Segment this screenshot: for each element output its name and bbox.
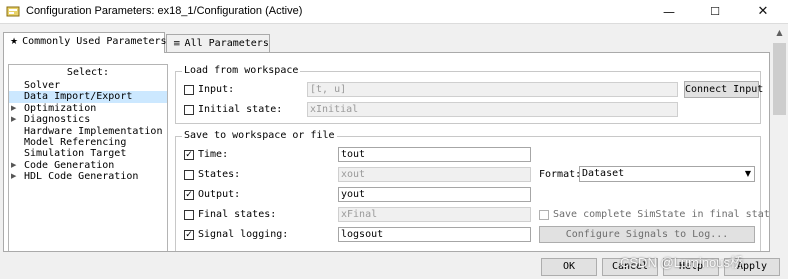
states-checkbox[interactable] bbox=[184, 170, 194, 180]
connect-input-button[interactable]: Connect Input bbox=[684, 81, 763, 98]
tab-all-parameters[interactable]: ≡ All Parameters bbox=[166, 34, 270, 53]
maximize-button[interactable]: ☐ bbox=[692, 0, 738, 24]
scroll-up-arrow-icon[interactable]: ▲ bbox=[771, 28, 788, 40]
select-item-label: Simulation Target bbox=[24, 148, 127, 160]
select-tree: Select: Solver Data Import/Export ▶ Optimiz… bbox=[8, 64, 168, 251]
output-checkbox[interactable]: ✓ bbox=[184, 190, 194, 200]
output-field[interactable]: yout bbox=[338, 187, 531, 202]
expand-arrow-icon[interactable]: ▶ bbox=[11, 103, 16, 114]
initial-state-label: Initial state: bbox=[198, 104, 283, 115]
input-checkbox[interactable] bbox=[184, 85, 194, 95]
select-item[interactable]: Simulation Target bbox=[9, 148, 167, 159]
select-item-label: HDL Code Generation bbox=[24, 171, 139, 183]
expand-arrow-icon[interactable]: ▶ bbox=[11, 160, 16, 171]
tab-label: All Parameters bbox=[184, 38, 269, 49]
ok-button[interactable]: OK bbox=[541, 258, 597, 276]
vertical-scrollbar[interactable]: ▲ bbox=[771, 26, 788, 254]
minimize-button[interactable]: — bbox=[646, 0, 692, 24]
select-item[interactable]: Hardware Implementation bbox=[9, 126, 167, 137]
select-item-label: Optimization bbox=[24, 102, 97, 114]
initial-state-checkbox[interactable] bbox=[184, 105, 194, 115]
input-field[interactable]: [t, u] bbox=[307, 82, 678, 97]
select-item-label: Solver bbox=[24, 80, 61, 91]
time-field[interactable]: tout bbox=[338, 147, 531, 162]
star-icon: ★ bbox=[10, 37, 19, 47]
title-bar: Configuration Parameters: ex18_1/Configu… bbox=[0, 0, 788, 24]
select-item-label: Code Generation bbox=[24, 159, 115, 171]
simulink-app-icon bbox=[6, 6, 20, 17]
signal-logging-field[interactable]: logsout bbox=[338, 227, 531, 242]
states-label: States: bbox=[198, 169, 241, 180]
signal-logging-label: Signal logging: bbox=[198, 229, 289, 240]
initial-state-field[interactable]: xInitial bbox=[307, 102, 678, 117]
select-item-label: Data Import/Export bbox=[24, 91, 133, 103]
configure-signals-button[interactable]: Configure Signals to Log... bbox=[539, 226, 755, 243]
select-list: Solver Data Import/Export ▶ Optimization ▶ Di… bbox=[9, 80, 167, 183]
select-item-label: Diagnostics bbox=[24, 114, 91, 126]
expand-arrow-icon[interactable]: ▶ bbox=[11, 171, 16, 182]
select-item-label: Hardware Implementation bbox=[24, 125, 163, 137]
save-to-workspace-group: Save to workspace or file ✓ Time: tout S… bbox=[175, 130, 769, 251]
output-label: Output: bbox=[198, 189, 241, 200]
scroll-thumb[interactable] bbox=[773, 43, 786, 115]
final-states-field[interactable]: xFinal bbox=[338, 207, 531, 222]
final-states-label: Final states: bbox=[198, 209, 277, 220]
select-item[interactable]: Data Import/Export bbox=[9, 91, 167, 103]
select-title: Select: bbox=[66, 67, 110, 78]
parameters-panel: Select: Solver Data Import/Export ▶ Optimiz… bbox=[3, 52, 770, 252]
list-icon: ≡ bbox=[173, 39, 181, 49]
dropdown-arrow-icon: ▼ bbox=[744, 169, 751, 178]
complete-simstate-checkbox[interactable] bbox=[539, 210, 549, 220]
tab-label: Commonly Used Parameters bbox=[22, 36, 167, 47]
expand-arrow-icon[interactable]: ▶ bbox=[11, 114, 16, 125]
select-item[interactable]: ▶ Code Generation bbox=[9, 160, 167, 171]
tab-commonly-used-parameters[interactable]: ★ Commonly Used Parameters bbox=[3, 32, 167, 53]
select-item-label: Model Referencing bbox=[24, 136, 127, 148]
select-item[interactable]: ▶ HDL Code Generation bbox=[9, 171, 167, 182]
complete-simstate-label: Save complete SimState in final state bbox=[553, 209, 770, 220]
close-button[interactable]: ✕ bbox=[740, 0, 786, 24]
window-title: Configuration Parameters: ex18_1/Configu… bbox=[26, 5, 303, 17]
load-from-workspace-group: Load from workspace Input: [t, u] Connec… bbox=[175, 65, 763, 124]
select-item[interactable]: Solver bbox=[9, 80, 167, 91]
select-item[interactable]: ▶ Optimization bbox=[9, 103, 167, 114]
format-value: Dataset bbox=[582, 168, 625, 179]
watermark: CSDN @Luminous桥 bbox=[620, 255, 744, 270]
states-field[interactable]: xout bbox=[338, 167, 531, 182]
select-item[interactable]: Model Referencing bbox=[9, 137, 167, 148]
input-label: Input: bbox=[198, 84, 235, 95]
save-group-title: Save to workspace or file bbox=[182, 130, 337, 142]
final-states-checkbox[interactable] bbox=[184, 210, 194, 220]
load-group-title: Load from workspace bbox=[182, 65, 301, 77]
select-item[interactable]: ▶ Diagnostics bbox=[9, 114, 167, 125]
signal-logging-checkbox[interactable]: ✓ bbox=[184, 230, 194, 240]
format-dropdown[interactable]: Dataset ▼ bbox=[579, 166, 755, 182]
time-label: Time: bbox=[198, 149, 229, 160]
format-label: Format: bbox=[539, 169, 582, 180]
time-checkbox[interactable]: ✓ bbox=[184, 150, 194, 160]
